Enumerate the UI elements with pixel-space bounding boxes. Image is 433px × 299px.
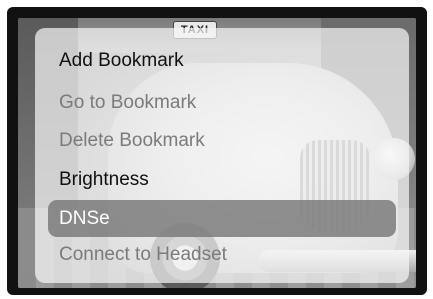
- menu-item-label: DNSe: [59, 208, 110, 229]
- menu-item-label: Connect to Headset: [59, 244, 227, 265]
- menu-item-label: Delete Bookmark: [59, 130, 205, 151]
- menu-item-delete-bookmark: Delete Bookmark: [35, 122, 409, 159]
- menu-item-add-bookmark[interactable]: Add Bookmark: [35, 42, 409, 79]
- menu-item-dnse[interactable]: DNSe: [48, 200, 396, 237]
- menu-item-label: Go to Bookmark: [59, 92, 197, 113]
- menu-item-brightness[interactable]: Brightness: [35, 161, 409, 198]
- menu-item-go-to-bookmark: Go to Bookmark: [35, 84, 409, 121]
- options-menu: Add Bookmark Go to Bookmark Delete Bookm…: [35, 28, 409, 283]
- menu-item-connect-to-headset: Connect to Headset: [35, 236, 409, 273]
- menu-item-label: Add Bookmark: [59, 50, 184, 71]
- menu-item-label: Brightness: [59, 169, 149, 190]
